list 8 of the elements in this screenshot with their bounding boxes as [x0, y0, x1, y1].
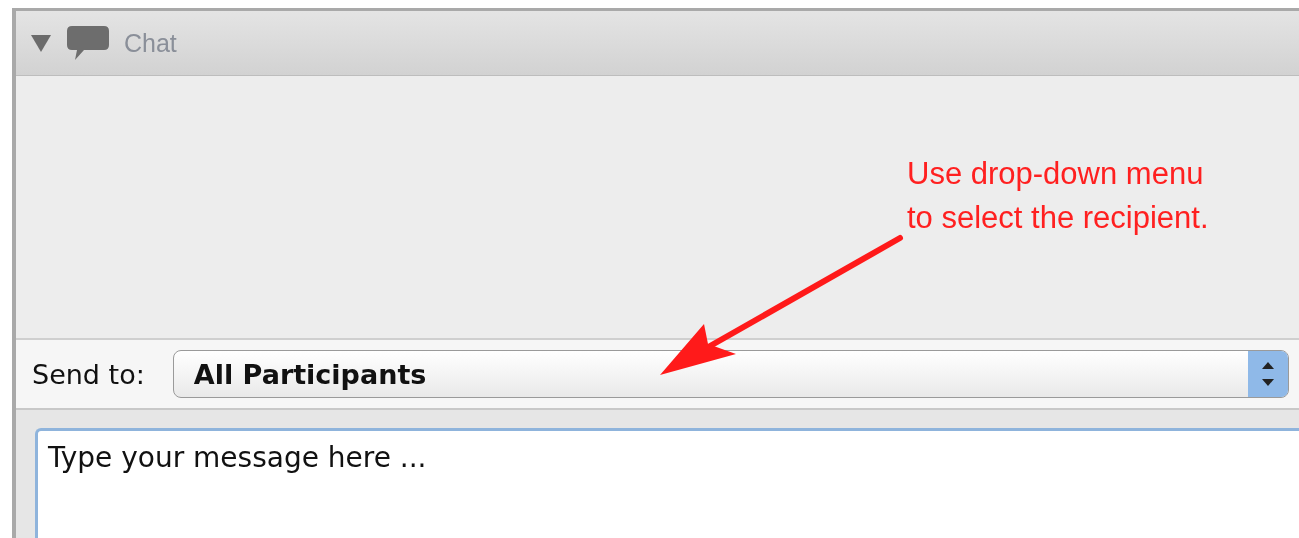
collapse-triangle-icon[interactable] [30, 33, 52, 53]
speech-bubble-icon [66, 25, 110, 61]
send-to-label: Send to: [32, 358, 145, 390]
panel-title: Chat [124, 28, 177, 58]
message-input-field[interactable]: Type your message here ... [35, 428, 1299, 538]
annotation-note: Use drop-down menu to select the recipient. [907, 155, 1209, 237]
recipient-dropdown[interactable]: All Participants [172, 350, 1289, 398]
up-down-arrows-icon [1248, 351, 1288, 397]
